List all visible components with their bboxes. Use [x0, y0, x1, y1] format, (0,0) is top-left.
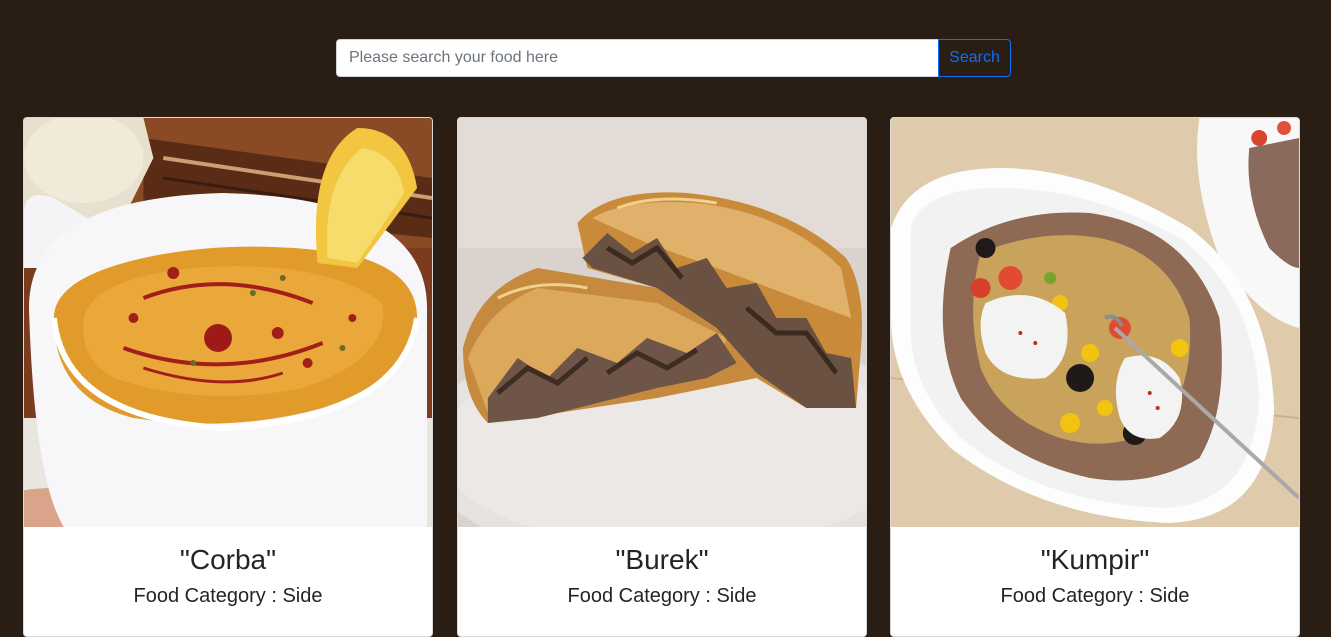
food-card-kumpir[interactable]: "Kumpir" Food Category : Side [890, 117, 1300, 637]
food-category: Food Category : Side [133, 585, 323, 607]
search-input[interactable] [336, 39, 938, 77]
food-title: "Kumpir" [1040, 544, 1150, 575]
food-category: Food Category : Side [567, 585, 757, 607]
food-title: "Burek" [615, 544, 709, 575]
search-button[interactable]: Search [938, 39, 1011, 77]
search-bar: Search [336, 39, 1011, 77]
food-category: Food Category : Side [1000, 585, 1190, 607]
food-image-burek [458, 118, 866, 527]
food-title: "Corba" [179, 544, 277, 575]
food-card-corba[interactable]: "Corba" Food Category : Side [23, 117, 433, 637]
food-card-burek[interactable]: "Burek" Food Category : Side [457, 117, 867, 637]
food-image-corba [24, 118, 432, 527]
food-image-kumpir [891, 118, 1299, 527]
